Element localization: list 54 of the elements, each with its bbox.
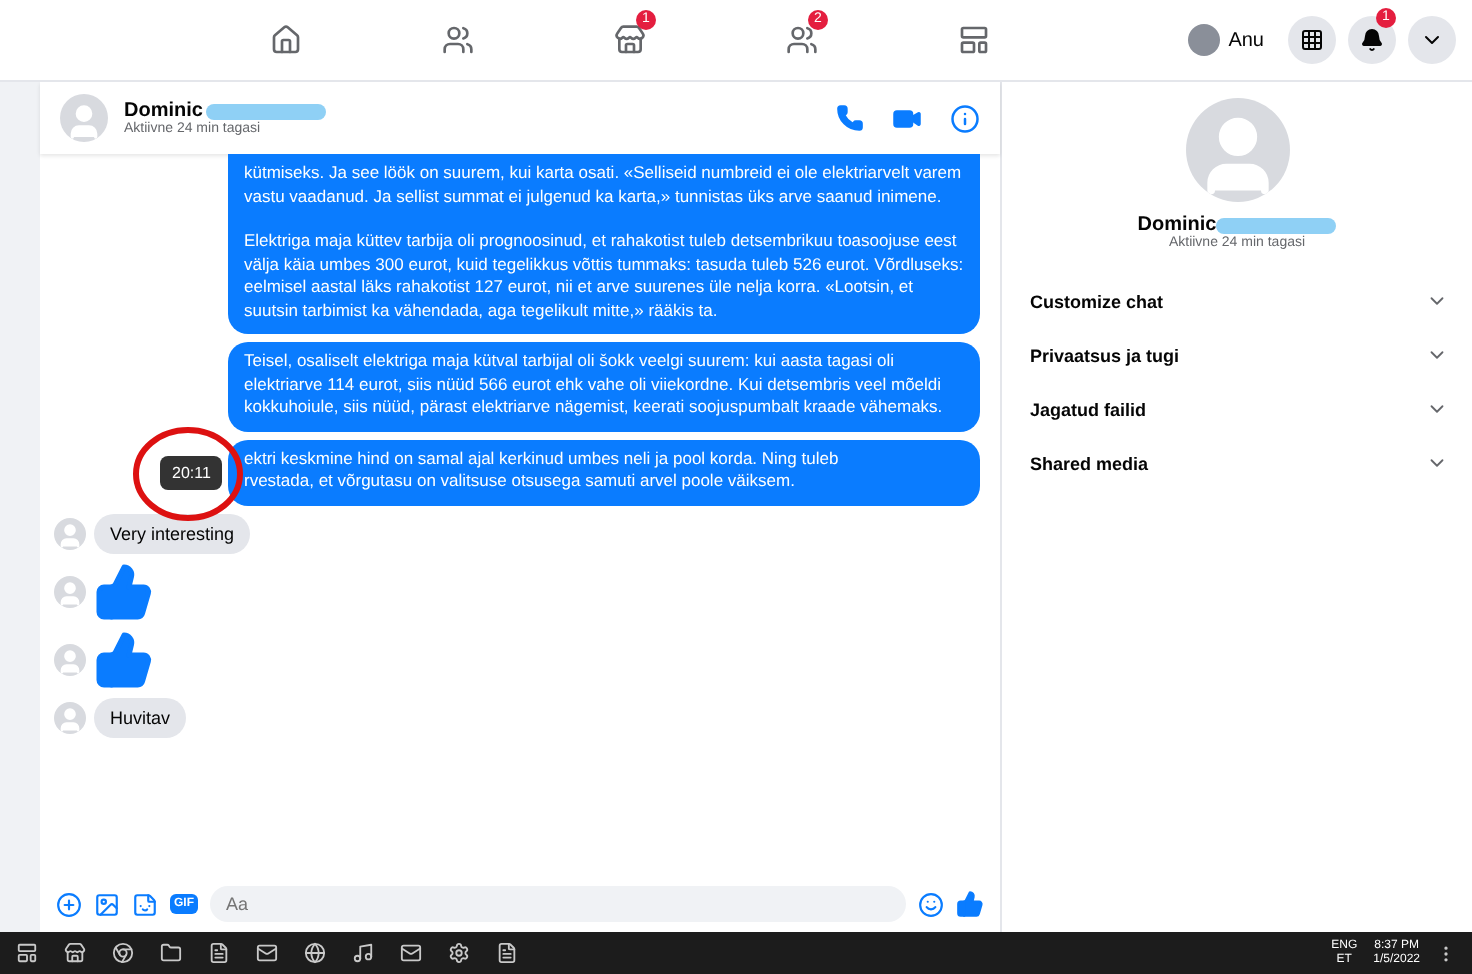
sticker-icon[interactable] — [132, 891, 158, 917]
settings-icon[interactable] — [448, 942, 470, 964]
spreadsheet-icon[interactable] — [208, 942, 230, 964]
browser-icon[interactable] — [304, 942, 326, 964]
store-icon[interactable] — [64, 942, 86, 964]
annotation-circle — [130, 423, 246, 523]
avatar — [54, 701, 86, 733]
menu-button[interactable] — [1288, 16, 1336, 64]
message-input[interactable]: Aa — [210, 886, 906, 922]
redaction-mark — [206, 103, 327, 119]
home-icon — [270, 24, 302, 56]
store-icon — [614, 24, 646, 56]
avatar — [54, 575, 86, 607]
thumbs-up-icon — [94, 561, 154, 621]
message-text: Teisel, osaliselt elektriga maja kütval tarbijal oli šokk veelgi suurem: kui aasta tagasi oli elektriarve 114 eurot, siis nüüd 566 eurot ehk vahe oli viiekordne. Kui detsembris veel mõeldi kokkuhoiule, siis nüüd, pärast elektriarve nägemist, keerati soojuspumbalt kraade vähemaks. — [244, 350, 945, 419]
message-bubble: Huvitav — [94, 697, 187, 737]
section-header[interactable]: Shared media — [1002, 436, 1472, 490]
friends-icon — [442, 24, 474, 56]
image-icon[interactable] — [94, 891, 120, 917]
message-bubble: Very interesting — [94, 513, 251, 553]
avatar — [60, 94, 108, 142]
message-text: ektri keskmine hind on samal ajal kerkinud umbes neli ja pool korda. Ning tuleb — [244, 447, 841, 470]
mail-icon[interactable] — [400, 942, 422, 964]
task-view-icon[interactable] — [16, 942, 38, 964]
avatar — [1188, 24, 1221, 56]
grid-icon — [1300, 28, 1324, 52]
contact-name: Dominic — [124, 100, 203, 122]
folder-icon[interactable] — [160, 942, 182, 964]
document-icon[interactable] — [496, 942, 518, 964]
info-icon[interactable] — [950, 103, 980, 133]
time-tooltip: 20:11 — [160, 455, 223, 489]
section-header[interactable]: Jagatud failid — [1002, 382, 1472, 436]
phone-icon[interactable] — [836, 104, 864, 132]
message-text: kütmiseks. Ja see löök on suurem, kui karta osati. «Selliseid numbreid ei ole elektriarvelt varem vastu vaadanud. Ja sellist summat ei julgenud ka karta,» tunnistas üks arve saanud inimene. — [244, 162, 964, 208]
thumbs-up-icon — [94, 629, 154, 689]
avatar — [54, 643, 86, 675]
profile-link[interactable]: Anu — [1188, 24, 1264, 56]
redaction-mark — [1216, 217, 1337, 233]
emoji-icon[interactable] — [918, 891, 944, 917]
layout-icon — [958, 24, 990, 56]
bell-icon — [1360, 28, 1384, 52]
contact-name: Dominic — [1137, 214, 1217, 236]
avatar — [54, 517, 86, 549]
section-header[interactable]: Customize chat — [1002, 274, 1472, 328]
section-header[interactable]: Privaatsus ja tugi — [1002, 328, 1472, 382]
message-text: rvestada, et võrgutasu on valitsuse otsusega samuti arvel poole väiksem. — [244, 470, 797, 493]
mail-icon[interactable] — [256, 942, 278, 964]
music-icon[interactable] — [352, 942, 374, 964]
browser-icon[interactable] — [112, 942, 134, 964]
thumbs-up-icon[interactable] — [956, 890, 984, 918]
plus-icon[interactable] — [56, 891, 82, 917]
avatar — [1185, 98, 1289, 202]
group-icon — [786, 24, 818, 56]
message-text: Elektriga maja küttev tarbija oli prognoosinud, et rahakotist tuleb detsembrikuu toasoojuse eest välja käia umbes 300 eurot, kuid tegelikkus võttis tummaks: tasuda tuleb 526 eurot. Võrdluseks: eelmisel aastal läks rahakotist 127 eurot, nii et arve suurenes üle nelja korra. «Lootsin, et suutsin tarbimist ka vähendada, aga tegelikult mitte,» rääkis ta. — [244, 230, 964, 322]
